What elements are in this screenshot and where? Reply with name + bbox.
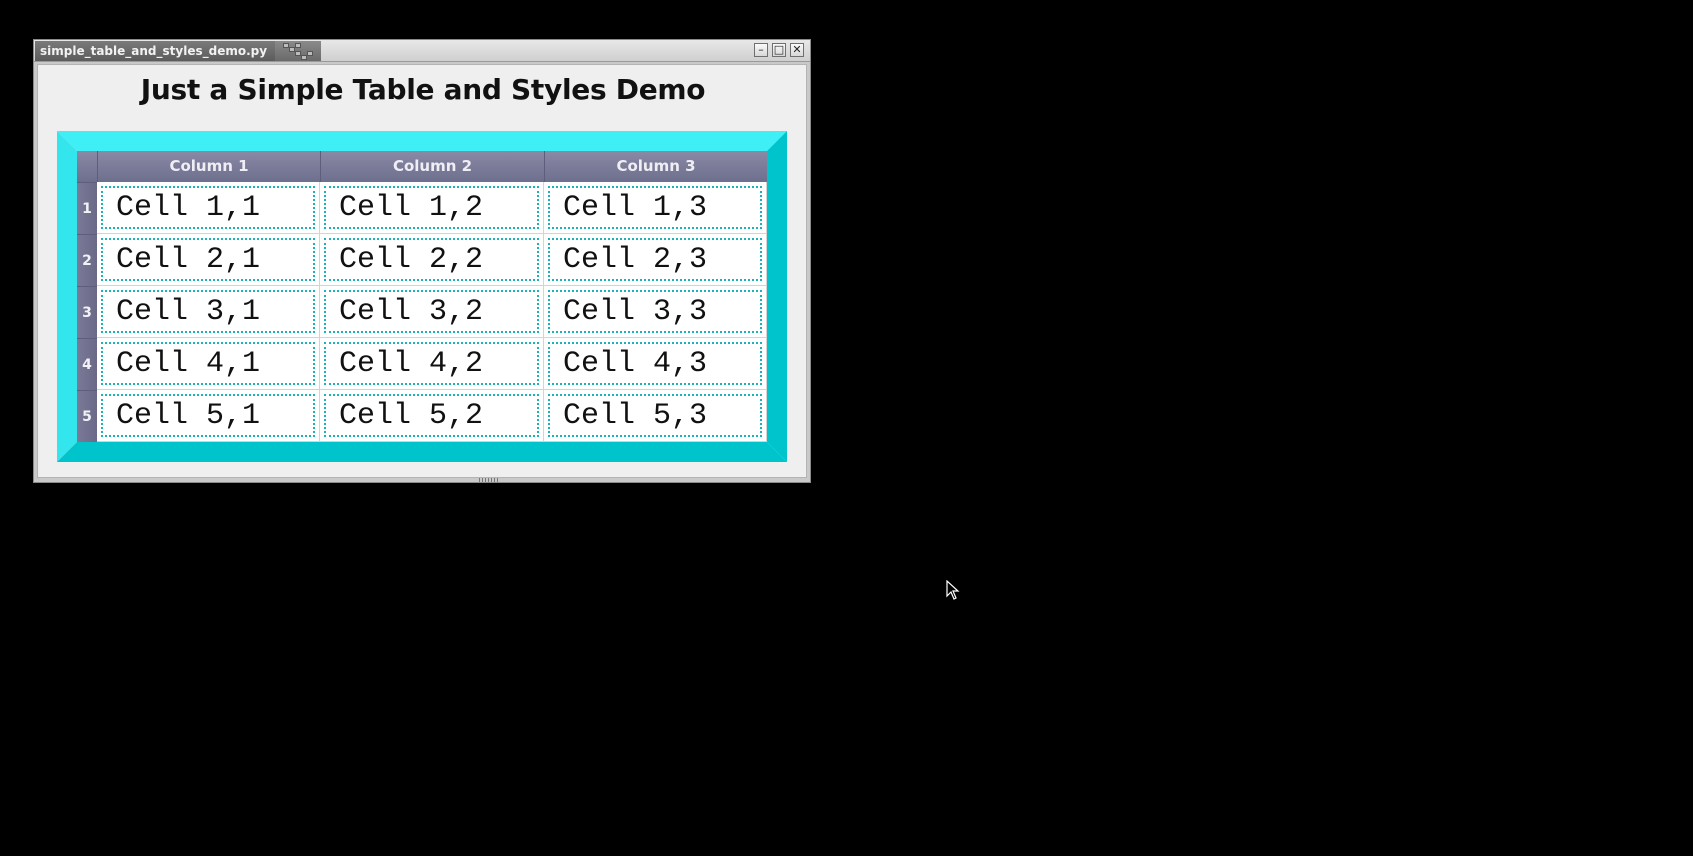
title-bar[interactable]: simple_table_and_styles_demo.py – □ ✕ <box>34 40 810 62</box>
table-cell[interactable]: Cell 2,1 <box>97 234 320 286</box>
table-cell[interactable]: Cell 2,2 <box>320 234 544 286</box>
table-cell[interactable]: Cell 4,3 <box>544 338 767 390</box>
minimize-button[interactable]: – <box>754 43 768 57</box>
table-cell[interactable]: Cell 3,2 <box>320 286 544 338</box>
data-table[interactable]: Column 1 Column 2 Column 3 1 Cell 1,1 Ce… <box>77 151 767 442</box>
row-header-5[interactable]: 5 <box>77 390 97 442</box>
table-cell[interactable]: Cell 3,1 <box>97 286 320 338</box>
cell-text: Cell 3,1 <box>101 290 315 333</box>
app-window: simple_table_and_styles_demo.py – □ ✕ Ju… <box>33 39 811 483</box>
cell-text: Cell 5,3 <box>548 394 762 437</box>
cell-text: Cell 2,1 <box>101 238 315 281</box>
table-cell[interactable]: Cell 4,1 <box>97 338 320 390</box>
cell-text: Cell 5,2 <box>324 394 539 437</box>
row-header-3[interactable]: 3 <box>77 286 97 338</box>
cell-text: Cell 3,3 <box>548 290 762 333</box>
cell-text: Cell 4,2 <box>324 342 539 385</box>
close-button[interactable]: ✕ <box>790 43 804 57</box>
table-cell[interactable]: Cell 4,2 <box>320 338 544 390</box>
mouse-pointer-icon <box>946 580 960 600</box>
table-cell[interactable]: Cell 5,1 <box>97 390 320 442</box>
page-title: Just a Simple Table and Styles Demo <box>140 73 706 106</box>
column-header-row: Column 1 Column 2 Column 3 <box>77 151 767 182</box>
table-cell[interactable]: Cell 1,3 <box>544 182 767 234</box>
maximize-button[interactable]: □ <box>772 43 786 57</box>
window-grip-icon <box>275 41 321 61</box>
cell-text: Cell 1,1 <box>101 186 315 229</box>
table-cell[interactable]: Cell 2,3 <box>544 234 767 286</box>
cell-text: Cell 5,1 <box>101 394 315 437</box>
cell-text: Cell 1,2 <box>324 186 539 229</box>
desktop: simple_table_and_styles_demo.py – □ ✕ Ju… <box>0 0 1693 856</box>
table-cell[interactable]: Cell 1,2 <box>320 182 544 234</box>
table-cell[interactable]: Cell 1,1 <box>97 182 320 234</box>
table-corner <box>77 151 97 182</box>
resize-handle[interactable] <box>479 478 499 482</box>
cell-text: Cell 3,2 <box>324 290 539 333</box>
row-header-2[interactable]: 2 <box>77 234 97 286</box>
table-cell[interactable]: Cell 5,2 <box>320 390 544 442</box>
window-client-area: Just a Simple Table and Styles Demo Colu… <box>37 64 807 478</box>
cell-text: Cell 2,2 <box>324 238 539 281</box>
table-cell[interactable]: Cell 3,3 <box>544 286 767 338</box>
cell-text: Cell 4,1 <box>101 342 315 385</box>
row-header-4[interactable]: 4 <box>77 338 97 390</box>
table-frame: Column 1 Column 2 Column 3 1 Cell 1,1 Ce… <box>57 131 787 462</box>
cell-text: Cell 1,3 <box>548 186 762 229</box>
cell-text: Cell 4,3 <box>548 342 762 385</box>
table-cell[interactable]: Cell 5,3 <box>544 390 767 442</box>
column-header-2[interactable]: Column 2 <box>320 151 544 182</box>
window-title: simple_table_and_styles_demo.py <box>35 41 275 61</box>
cell-text: Cell 2,3 <box>548 238 762 281</box>
row-header-1[interactable]: 1 <box>77 182 97 234</box>
column-header-3[interactable]: Column 3 <box>544 151 767 182</box>
column-header-1[interactable]: Column 1 <box>97 151 320 182</box>
